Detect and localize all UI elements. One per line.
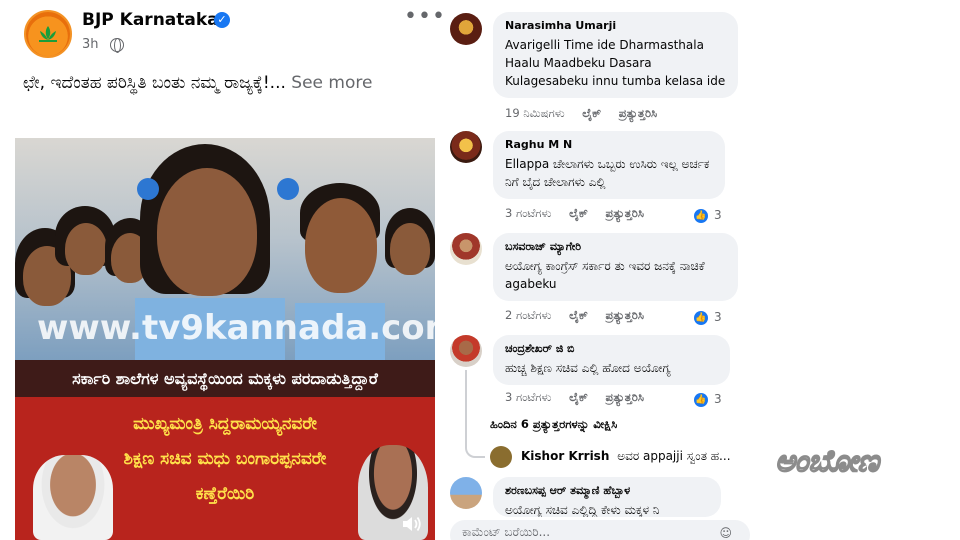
comments-panel: Narasimha Umarji Avarigelli Time ide Dha… xyxy=(445,0,760,540)
banner-headline: ಸರ್ಕಾರಿ ಶಾಲೆಗಳ ಅವ್ಯವಸ್ಥೆಯಿಂದ ಮಕ್ಕಳು ಪರದಾ… xyxy=(15,360,435,397)
child-face xyxy=(65,223,107,275)
comment-bubble: Raghu M N Ellappa ಚೇಲಾಗಳು ಒಬ್ಬರು ಉಸಿರು ಇ… xyxy=(493,131,725,199)
globe-icon xyxy=(110,38,124,53)
comment-text: ಅಯೋಗ್ಯ ಸಚಿವ ಎಲ್ಲಿದ್ದಿ ಕೇಳು ಮಕ್ಕಳ ನಿ xyxy=(505,503,660,517)
thread-connector xyxy=(465,420,485,458)
reply-avatar[interactable] xyxy=(490,446,512,468)
comment-bubble: ಶರಣಬಸಪ್ಪ ಆರ್ ತಮ್ಮಾಣಿ ಹೆಬ್ಬಾಳ ಅಯೋಗ್ಯ ಸಚಿವ… xyxy=(493,477,721,517)
like-button[interactable]: ಲೈಕ್ xyxy=(582,106,601,120)
lotus-logo-icon xyxy=(39,26,57,42)
comment-bubble: ಚಂದ್ರಶೇಖರ್ ಜಿ ಬಿ ಹುಚ್ಚ ಶಿಕ್ಷಣ ಸಚಿವ ಎಲ್ಲಿ… xyxy=(493,335,730,385)
comment-input-icons: ☺ xyxy=(719,526,738,540)
reaction-count[interactable]: 3 xyxy=(714,392,722,406)
politician-photo-left xyxy=(33,455,113,540)
post-time[interactable]: 3h xyxy=(82,37,99,52)
reply-author[interactable]: Kishor Krrish xyxy=(521,449,609,463)
commenter-name[interactable]: ಬಸವರಾಜ್ ಮ್ಯಾಗೇರಿ xyxy=(505,240,726,254)
commenter-avatar[interactable] xyxy=(450,477,482,509)
reaction-count[interactable]: 3 xyxy=(714,208,722,222)
commenter-name[interactable]: ಚಂದ್ರಶೇಖರ್ ಜಿ ಬಿ xyxy=(505,342,718,356)
reaction-count[interactable]: 3 xyxy=(714,310,722,324)
reply-preview[interactable]: Kishor Krrish ಅವರ appajji ಸ್ವಂತ ಹ... xyxy=(521,449,731,464)
comment-actions: 2 ಗಂಟೆಗಳು ಲೈಕ್ ಪ್ರತ್ಯುತ್ತರಿಸಿ xyxy=(505,308,658,323)
commenter-avatar[interactable] xyxy=(450,131,482,163)
reply-button[interactable]: ಪ್ರತ್ಯುತ್ತರಿಸಿ xyxy=(605,308,643,322)
comment-input[interactable]: ಕಾಮೆಂಟ್ ಬರೆಯಿರಿ... ☺ xyxy=(450,520,750,540)
comment-actions: 19 ನಿಮಿಷಗಳು ಲೈಕ್ ಪ್ರತ್ಯುತ್ತರಿಸಿ xyxy=(505,106,671,121)
banner-line-cm: ಮುಖ್ಯಮಂತ್ರಿ ಸಿದ್ದರಾಮಯ್ಯನವರೇ xyxy=(133,414,317,434)
commenter-avatar[interactable] xyxy=(450,13,482,45)
comment-input-placeholder: ಕಾಮೆಂಟ್ ಬರೆಯಿರಿ... xyxy=(462,525,551,539)
reply-button[interactable]: ಪ್ರತ್ಯುತ್ತರಿಸಿ xyxy=(605,390,643,404)
like-reaction-icon[interactable]: 👍 xyxy=(694,393,708,407)
girl-face xyxy=(157,168,257,296)
brand-logo: ಅಂಬೋಣ xyxy=(774,443,879,480)
post-caption: ಛೇ, ಇದೆಂತಹ ಪರಿಸ್ಥಿತಿ ಬಂತು ನಮ್ಮ ರಾಜ್ಯಕ್ಕೆ… xyxy=(23,68,423,98)
child-face xyxy=(390,223,430,275)
comment-text: Avarigelli Time ide Dharmasthala Haalu M… xyxy=(505,38,726,88)
hair-ribbon xyxy=(277,178,299,200)
comment-text: ಹುಚ್ಚ ಶಿಕ್ಷಣ ಸಚಿವ ಎಲ್ಲಿ ಹೋದ ಅಯೋಗ್ಯ xyxy=(505,361,671,375)
like-button[interactable]: ಲೈಕ್ xyxy=(569,308,588,322)
emoji-icon[interactable]: ☺ xyxy=(719,526,738,540)
page-name[interactable]: BJP Karnataka xyxy=(82,10,219,30)
commenter-avatar[interactable] xyxy=(450,335,482,367)
comment-actions: 3 ಗಂಟೆಗಳು ಲೈಕ್ ಪ್ರತ್ಯುತ್ತರಿಸಿ xyxy=(505,206,658,221)
like-button[interactable]: ಲೈಕ್ xyxy=(569,390,588,404)
comment-bubble: ಬಸವರಾಜ್ ಮ್ಯಾಗೇರಿ ಅಯೋಗ್ಯ ಕಾಂಗ್ರೆಸ್ ಸರ್ಕಾರ… xyxy=(493,233,738,301)
page-avatar[interactable] xyxy=(24,10,72,58)
like-button[interactable]: ಲೈಕ್ xyxy=(569,206,588,220)
boy-face xyxy=(305,198,377,293)
commenter-name[interactable]: Raghu M N xyxy=(505,138,713,152)
hair-ribbon xyxy=(137,178,159,200)
commenter-avatar[interactable] xyxy=(450,233,482,265)
comment-bubble: Narasimha Umarji Avarigelli Time ide Dha… xyxy=(493,12,738,98)
commenter-name[interactable]: Narasimha Umarji xyxy=(505,19,726,33)
video-frame: www.tv9kannada.com xyxy=(15,138,435,360)
reply-button[interactable]: ಪ್ರತ್ಯುತ್ತರಿಸಿ xyxy=(619,106,657,120)
see-more-link[interactable]: See more xyxy=(291,73,372,93)
comment-time[interactable]: 19 ನಿಮಿಷಗಳು xyxy=(505,106,565,120)
like-reaction-icon[interactable]: 👍 xyxy=(694,209,708,223)
like-reaction-icon[interactable]: 👍 xyxy=(694,311,708,325)
video-watermark: www.tv9kannada.com xyxy=(37,308,435,348)
post-video[interactable]: www.tv9kannada.com ಸರ್ಕಾರಿ ಶಾಲೆಗಳ ಅವ್ಯವಸ… xyxy=(15,138,435,540)
volume-icon[interactable] xyxy=(401,514,423,534)
reply-button[interactable]: ಪ್ರತ್ಯುತ್ತರಿಸಿ xyxy=(605,206,643,220)
comment-actions: 3 ಗಂಟೆಗಳು ಲೈಕ್ ಪ್ರತ್ಯುತ್ತರಿಸಿ xyxy=(505,390,658,405)
reply-text: ಅವರ appajji ಸ್ವಂತ ಹ... xyxy=(617,449,731,463)
video-banner: ಸರ್ಕಾರಿ ಶಾಲೆಗಳ ಅವ್ಯವಸ್ಥೆಯಿಂದ ಮಕ್ಕಳು ಪರದಾ… xyxy=(15,360,435,540)
thread-line xyxy=(465,370,467,420)
facebook-post: BJP Karnataka ✓ 3h ••• ಛೇ, ಇದೆಂತಹ ಪರಿಸ್ಥ… xyxy=(0,0,445,540)
comment-time[interactable]: 3 ಗಂಟೆಗಳು xyxy=(505,390,551,404)
comment-time[interactable]: 3 ಗಂಟೆಗಳು xyxy=(505,206,551,220)
commenter-name[interactable]: ಶರಣಬಸಪ್ಪ ಆರ್ ತಮ್ಮಾಣಿ ಹೆಬ್ಬಾಳ xyxy=(505,484,709,498)
comment-text: ಅಯೋಗ್ಯ ಕಾಂಗ್ರೆಸ್ ಸರ್ಕಾರ ತು ಇವರ ಜನಕ್ಕೆ ನಾ… xyxy=(505,259,705,291)
view-previous-replies-link[interactable]: ಹಿಂದಿನ 6 ಪ್ರತ್ಯುತ್ತರಗಳನ್ನು ವೀಕ್ಷಿಸಿ xyxy=(490,417,617,432)
comment-time[interactable]: 2 ಗಂಟೆಗಳು xyxy=(505,308,551,322)
verified-badge-icon: ✓ xyxy=(214,12,230,28)
more-options-icon[interactable]: ••• xyxy=(404,4,446,29)
comment-text: Ellappa ಚೇಲಾಗಳು ಒಬ್ಬರು ಉಸಿರು ಇಲ್ಲ ಅರ್ಚಕ … xyxy=(505,157,710,189)
caption-text: ಛೇ, ಇದೆಂತಹ ಪರಿಸ್ಥಿತಿ ಬಂತು ನಮ್ಮ ರಾಜ್ಯಕ್ಕೆ… xyxy=(23,73,286,93)
